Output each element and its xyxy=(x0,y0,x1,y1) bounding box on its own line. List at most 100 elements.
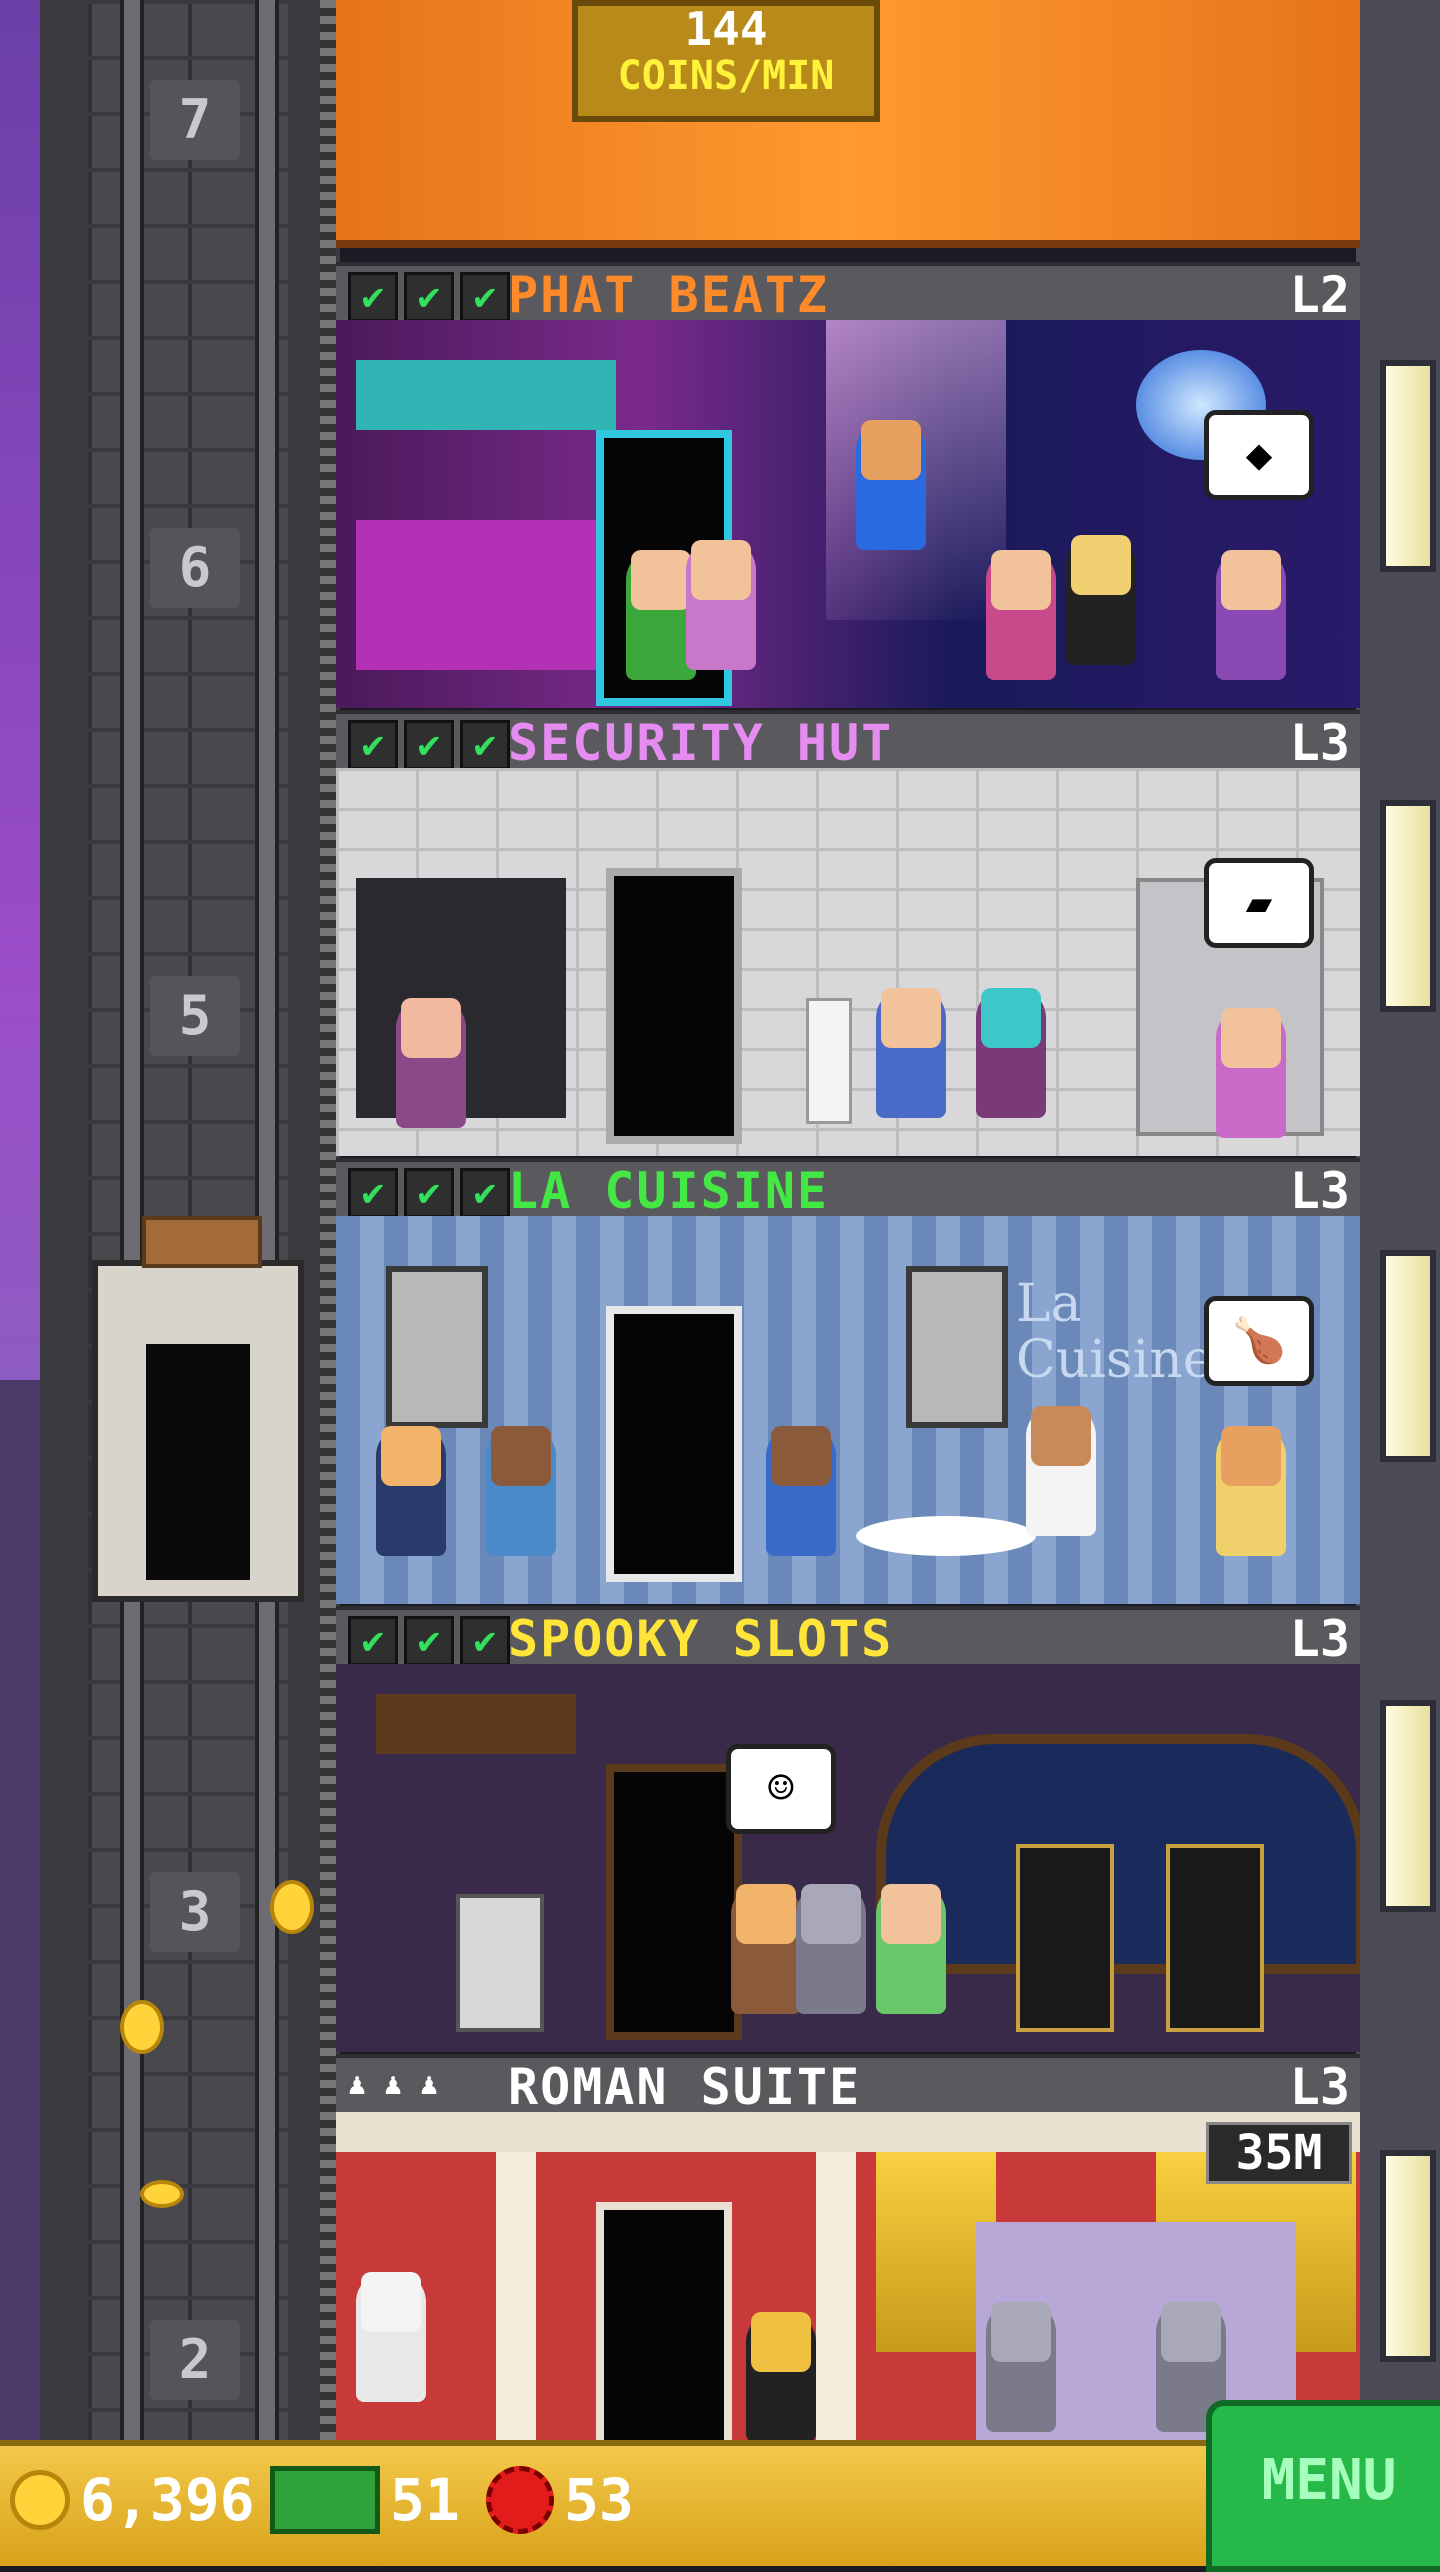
window xyxy=(1380,1250,1436,1462)
check-icon: ✔ xyxy=(404,720,454,770)
water-cooler xyxy=(806,998,852,1124)
city-skyline xyxy=(0,1380,40,2440)
speech-bubble[interactable]: 🍗 xyxy=(1204,1296,1314,1386)
check-icon: ✔ xyxy=(404,1168,454,1218)
wall-painting xyxy=(906,1266,1008,1428)
bar-counter xyxy=(356,520,616,670)
security-guard[interactable] xyxy=(876,988,946,1118)
speech-bubble[interactable]: ◆ xyxy=(1204,410,1314,500)
stock-checks: ✔ ✔ ✔ xyxy=(348,1616,510,1666)
coins-per-min-sign: 144 COINS/MIN xyxy=(572,0,880,122)
resident-icons: ♟ ♟ ♟ xyxy=(348,2066,444,2104)
window xyxy=(1380,360,1436,572)
floor-title: SECURITY HUT xyxy=(508,714,894,772)
speech-bubble[interactable]: ▰ xyxy=(1204,858,1314,948)
floor-number-2: 2 xyxy=(150,2320,240,2400)
check-icon: ✔ xyxy=(348,1168,398,1218)
bitizen[interactable] xyxy=(396,998,466,1128)
tower-bux-amount: 51 xyxy=(390,2466,460,2534)
resident-icon: ♟ xyxy=(420,2067,439,2102)
window xyxy=(1380,2150,1436,2362)
statue xyxy=(356,2272,426,2402)
check-icon: ✔ xyxy=(460,720,510,770)
floor-level: L3 xyxy=(1289,1610,1350,1668)
room-interior: ▰ xyxy=(336,768,1360,1156)
floor-header: ✔ ✔ ✔ SPOOKY SLOTS L3 xyxy=(336,1606,1360,1672)
room-interior: ☺ xyxy=(336,1664,1360,2052)
zombie-bitizen[interactable] xyxy=(796,1884,866,2014)
check-icon: ✔ xyxy=(460,1168,510,1218)
bitizen[interactable] xyxy=(746,2312,816,2440)
bitizen[interactable] xyxy=(686,540,756,670)
bitizen[interactable] xyxy=(1216,1008,1286,1138)
check-icon: ✔ xyxy=(404,1616,454,1666)
tower-bux-counter[interactable]: 51 xyxy=(270,2460,460,2540)
elevator-cab[interactable] xyxy=(92,1216,304,1602)
floor-number-3: 3 xyxy=(150,1872,240,1952)
check-icon: ✔ xyxy=(404,272,454,322)
check-icon: ✔ xyxy=(460,1616,510,1666)
coin-icon xyxy=(10,2470,70,2530)
menu-button[interactable]: MENU xyxy=(1206,2400,1440,2572)
check-icon: ✔ xyxy=(460,272,510,322)
falling-coin[interactable] xyxy=(140,2180,184,2208)
window xyxy=(1380,1700,1436,1912)
room-interior: 35M xyxy=(336,2112,1360,2440)
floor-header: ♟ ♟ ♟ ROMAN SUITE L3 xyxy=(336,2054,1360,2120)
floor-header: ✔ ✔ ✔ SECURITY HUT L3 xyxy=(336,710,1360,776)
bitizen[interactable] xyxy=(1216,550,1286,680)
slot-machine xyxy=(1016,1844,1114,2032)
chandelier xyxy=(376,1694,576,1754)
floor-la-cuisine[interactable]: ✔ ✔ ✔ LA CUISINE L3 La Cuisine 🍗 xyxy=(336,1158,1360,1608)
shaft-rail-left xyxy=(120,0,144,2440)
coins-per-min-unit: COINS/MIN xyxy=(617,53,835,99)
floor-phat-beatz[interactable]: ✔ ✔ ✔ PHAT BEATZ L2 ◆ xyxy=(336,262,1360,712)
floor-roman-suite[interactable]: ♟ ♟ ♟ ROMAN SUITE L3 35M xyxy=(336,2054,1360,2440)
column xyxy=(816,2152,856,2440)
floor-title: SPOOKY SLOTS xyxy=(508,1610,894,1668)
floor-spooky-slots[interactable]: ✔ ✔ ✔ SPOOKY SLOTS L3 ☺ xyxy=(336,1606,1360,2056)
floor-number-6: 6 xyxy=(150,528,240,608)
bitizen[interactable] xyxy=(986,550,1056,680)
coins-per-min-amount: 144 xyxy=(684,2,768,56)
bitizen[interactable] xyxy=(1216,1426,1286,1556)
falling-coin[interactable] xyxy=(270,1880,314,1934)
slot-machine xyxy=(456,1894,544,2032)
bitizen[interactable] xyxy=(976,988,1046,1118)
floor-title: PHAT BEATZ xyxy=(508,266,830,324)
floor-door xyxy=(596,2202,732,2440)
floor-level: L3 xyxy=(1289,1162,1350,1220)
coin-counter: 6,396 xyxy=(10,2460,255,2540)
floor-security-hut[interactable]: ✔ ✔ ✔ SECURITY HUT L3 ▰ xyxy=(336,710,1360,1160)
floor-number-7: 7 xyxy=(150,80,240,160)
room-interior: La Cuisine 🍗 xyxy=(336,1216,1360,1604)
tower-bux-icon xyxy=(270,2466,380,2534)
bitizen[interactable] xyxy=(1066,535,1136,665)
elevator-price-tag: 35M xyxy=(1206,2122,1352,2184)
floor-number-5: 5 xyxy=(150,976,240,1056)
floor-level: L3 xyxy=(1289,2058,1350,2116)
zombie-bitizen[interactable] xyxy=(986,2302,1056,2432)
floor-door xyxy=(606,868,742,1144)
speech-bubble[interactable]: ☺ xyxy=(726,1744,836,1834)
dj-booth-canopy xyxy=(356,360,616,430)
chef-bitizen[interactable] xyxy=(1026,1406,1096,1536)
stock-checks: ✔ ✔ ✔ xyxy=(348,272,510,322)
bitizen[interactable] xyxy=(486,1426,556,1556)
gem-counter: 53 xyxy=(486,2460,634,2540)
bitizen[interactable] xyxy=(376,1426,446,1556)
gem-amount: 53 xyxy=(564,2466,634,2534)
bitizen[interactable] xyxy=(766,1426,836,1556)
floor-level: L3 xyxy=(1289,714,1350,772)
stock-checks: ✔ ✔ ✔ xyxy=(348,1168,510,1218)
elevator-door xyxy=(146,1344,250,1580)
dj-bitizen[interactable] xyxy=(856,420,926,550)
arched-window xyxy=(876,1734,1360,1974)
gem-icon xyxy=(486,2466,554,2534)
falling-coin[interactable] xyxy=(120,2000,164,2054)
slot-machine xyxy=(1166,1844,1264,2032)
bitizen[interactable] xyxy=(876,1884,946,2014)
bitizen[interactable] xyxy=(731,1884,801,2014)
room-interior: ◆ xyxy=(336,320,1360,708)
wall-painting xyxy=(386,1266,488,1428)
